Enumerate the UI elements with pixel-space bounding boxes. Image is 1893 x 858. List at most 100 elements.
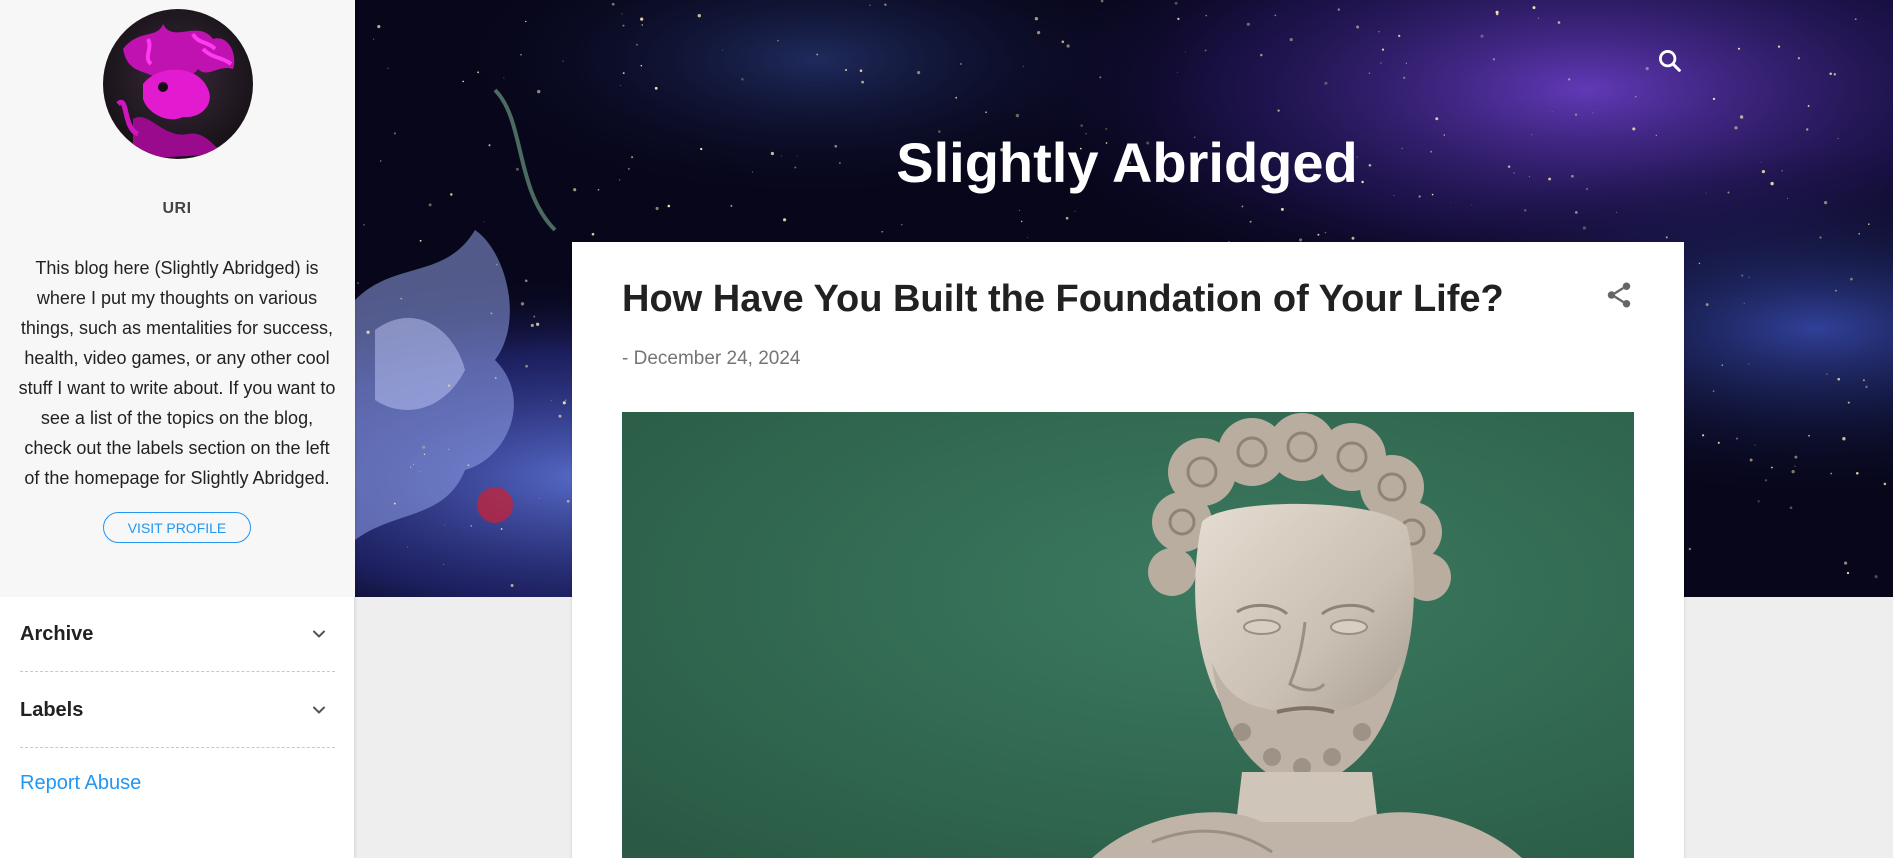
star (537, 323, 539, 326)
star (1274, 14, 1277, 17)
star (783, 218, 787, 222)
star (621, 13, 623, 15)
share-icon[interactable] (1604, 280, 1634, 310)
report-abuse-link[interactable]: Report Abuse (20, 772, 141, 795)
star (654, 86, 658, 90)
star (1532, 6, 1536, 10)
star (565, 399, 567, 401)
star (1480, 34, 1484, 38)
star (443, 563, 445, 565)
star (1435, 117, 1439, 121)
star (1299, 238, 1303, 242)
star (1749, 458, 1753, 462)
star (363, 224, 365, 226)
star (1099, 76, 1102, 79)
star (1819, 236, 1822, 239)
star (1015, 113, 1020, 118)
star (1698, 262, 1701, 264)
star (881, 230, 884, 233)
star (1748, 276, 1750, 278)
star (1080, 124, 1084, 127)
star (1635, 96, 1637, 98)
star (423, 453, 426, 455)
star (619, 84, 621, 86)
star (611, 2, 615, 6)
avatar[interactable] (103, 9, 253, 159)
star (1757, 500, 1760, 503)
star (959, 62, 962, 65)
star (1823, 200, 1828, 205)
star (1854, 18, 1857, 21)
star (1575, 211, 1578, 214)
star (844, 68, 848, 72)
star (448, 448, 450, 451)
star (1665, 236, 1668, 239)
star (462, 80, 465, 83)
star (373, 38, 375, 40)
star (955, 96, 958, 99)
visit-profile-button[interactable]: VISIT PROFILE (103, 512, 251, 543)
search-icon[interactable] (1656, 47, 1684, 75)
star (1712, 97, 1716, 101)
star (1865, 385, 1868, 389)
star (410, 466, 412, 468)
star (490, 312, 493, 315)
star (539, 497, 541, 499)
star (1794, 455, 1798, 459)
star (1616, 211, 1617, 213)
star (636, 44, 638, 46)
star (1492, 58, 1496, 61)
star (1381, 48, 1385, 51)
star (503, 77, 505, 79)
star (1712, 390, 1715, 392)
star (641, 24, 643, 26)
star (1249, 220, 1252, 223)
star (901, 223, 903, 226)
star (1883, 482, 1887, 486)
blog-title[interactable]: Slightly Abridged (355, 130, 1893, 195)
star (655, 206, 659, 211)
star (721, 49, 723, 51)
post-date[interactable]: - December 24, 2024 (622, 348, 801, 370)
star (1471, 204, 1473, 206)
post-card: How Have You Built the Foundation of You… (572, 242, 1684, 858)
star (1807, 105, 1810, 107)
star (393, 502, 396, 505)
star (1568, 78, 1571, 81)
star (1582, 226, 1587, 230)
star (1537, 17, 1539, 19)
star (1645, 67, 1649, 71)
chevron-down-icon[interactable] (309, 700, 329, 720)
star (558, 414, 562, 418)
star (1833, 73, 1836, 76)
star (562, 60, 564, 62)
star (1351, 236, 1355, 240)
star (1754, 444, 1756, 446)
star (520, 54, 522, 56)
star (407, 546, 409, 548)
star (741, 78, 744, 81)
avatar-image (103, 9, 253, 159)
star (1450, 201, 1452, 203)
star (1418, 195, 1421, 198)
star (566, 499, 570, 503)
star (1027, 237, 1028, 238)
star (884, 3, 887, 6)
star (422, 445, 426, 449)
post-title[interactable]: How Have You Built the Foundation of You… (622, 278, 1504, 321)
star (1289, 38, 1293, 42)
chevron-down-icon[interactable] (309, 624, 329, 644)
star (1592, 112, 1594, 114)
star (1398, 34, 1401, 38)
star (467, 464, 470, 467)
post-image[interactable] (622, 412, 1634, 858)
star (387, 67, 389, 69)
labels-widget[interactable]: Labels (20, 673, 335, 748)
star (1034, 17, 1039, 21)
archive-widget[interactable]: Archive (20, 597, 335, 672)
star (1735, 437, 1739, 440)
star (525, 364, 528, 368)
star (1826, 373, 1828, 375)
star (1721, 364, 1723, 366)
star (1808, 434, 1810, 437)
